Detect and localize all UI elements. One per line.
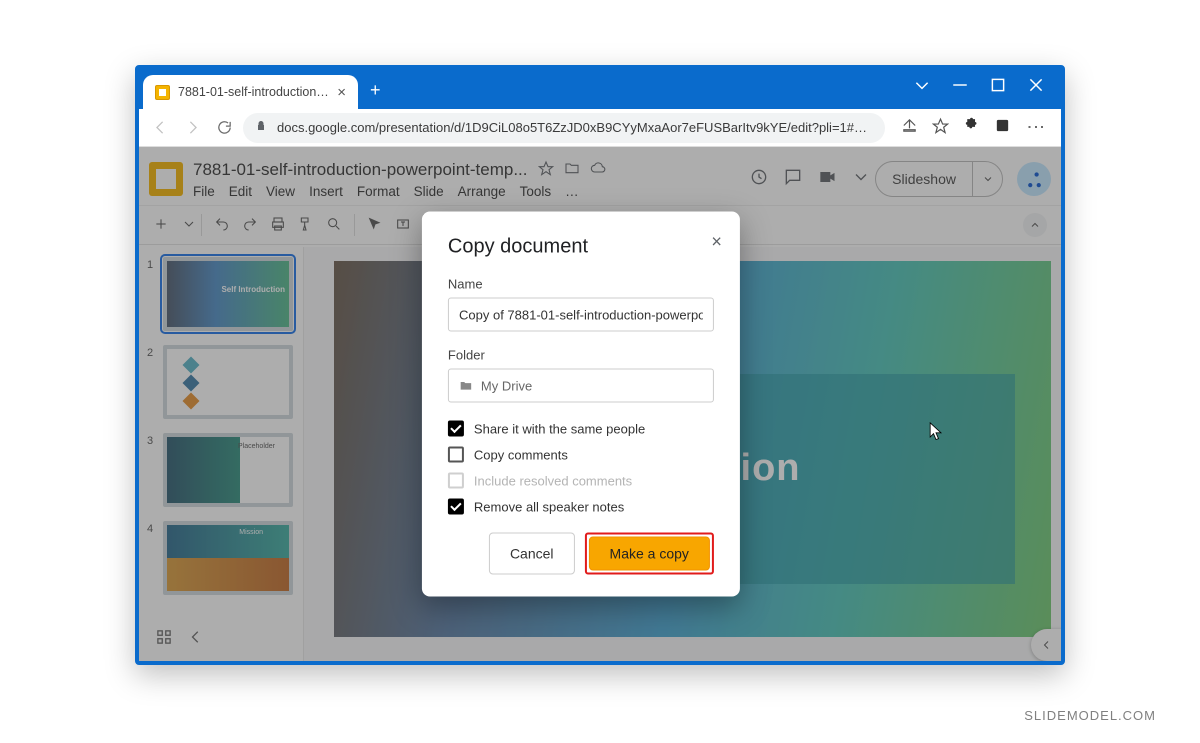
- option-label: Copy comments: [474, 447, 568, 462]
- nav-back-icon[interactable]: [147, 119, 173, 136]
- star-icon[interactable]: [932, 117, 949, 139]
- share-same-people-option[interactable]: Share it with the same people: [448, 421, 714, 437]
- option-label: Include resolved comments: [474, 473, 632, 488]
- url-text: docs.google.com/presentation/d/1D9CiL08o…: [277, 120, 873, 135]
- window-dropdown-icon[interactable]: [913, 76, 931, 94]
- browser-window: 7881-01-self-introduction-power × + docs…: [135, 65, 1065, 665]
- folder-label: Folder: [448, 348, 714, 363]
- option-label: Share it with the same people: [474, 421, 645, 436]
- window-close-icon[interactable]: [1027, 76, 1045, 94]
- new-tab-button[interactable]: +: [370, 80, 381, 101]
- name-input[interactable]: [448, 298, 714, 332]
- nav-reload-icon[interactable]: [211, 119, 237, 136]
- remove-speaker-notes-option[interactable]: Remove all speaker notes: [448, 499, 714, 515]
- checkbox-icon: [448, 473, 464, 489]
- name-label: Name: [448, 277, 714, 292]
- extensions-icon[interactable]: [963, 117, 980, 139]
- address-actions: ⋮: [901, 117, 1047, 139]
- tab-strip: 7881-01-self-introduction-power × +: [143, 69, 381, 109]
- account-icon[interactable]: [994, 117, 1011, 139]
- tab-title: 7881-01-self-introduction-power: [178, 85, 329, 99]
- omnibox[interactable]: docs.google.com/presentation/d/1D9CiL08o…: [243, 113, 885, 143]
- slides-app: 7881-01-self-introduction-powerpoint-tem…: [139, 147, 1061, 661]
- share-url-icon[interactable]: [901, 117, 918, 139]
- copy-document-dialog: Copy document × Name Folder My Drive Sha…: [422, 212, 740, 597]
- window-minimize-icon[interactable]: [951, 76, 969, 94]
- window-maximize-icon[interactable]: [989, 76, 1007, 94]
- address-bar: docs.google.com/presentation/d/1D9CiL08o…: [139, 109, 1061, 147]
- checkbox-icon: [448, 499, 464, 515]
- cancel-button[interactable]: Cancel: [489, 533, 575, 575]
- include-resolved-option: Include resolved comments: [448, 473, 714, 489]
- folder-value: My Drive: [481, 378, 532, 393]
- cursor-icon: [929, 422, 943, 442]
- checkbox-icon: [448, 447, 464, 463]
- dialog-close-icon[interactable]: ×: [711, 232, 722, 253]
- lock-icon: [255, 120, 267, 135]
- highlight-frame: Make a copy: [585, 533, 714, 575]
- watermark: SLIDEMODEL.COM: [1024, 708, 1156, 723]
- make-a-copy-button[interactable]: Make a copy: [589, 537, 710, 571]
- folder-picker[interactable]: My Drive: [448, 369, 714, 403]
- copy-comments-option[interactable]: Copy comments: [448, 447, 714, 463]
- folder-icon: [459, 379, 473, 393]
- option-label: Remove all speaker notes: [474, 499, 624, 514]
- nav-forward-icon[interactable]: [179, 119, 205, 136]
- browser-tab[interactable]: 7881-01-self-introduction-power ×: [143, 75, 358, 109]
- chrome-menu-icon[interactable]: ⋮: [1025, 118, 1047, 137]
- dialog-title: Copy document: [448, 236, 714, 259]
- window-controls: [897, 69, 1061, 101]
- checkbox-icon: [448, 421, 464, 437]
- slides-favicon-icon: [155, 85, 170, 100]
- tab-close-icon[interactable]: ×: [337, 84, 346, 101]
